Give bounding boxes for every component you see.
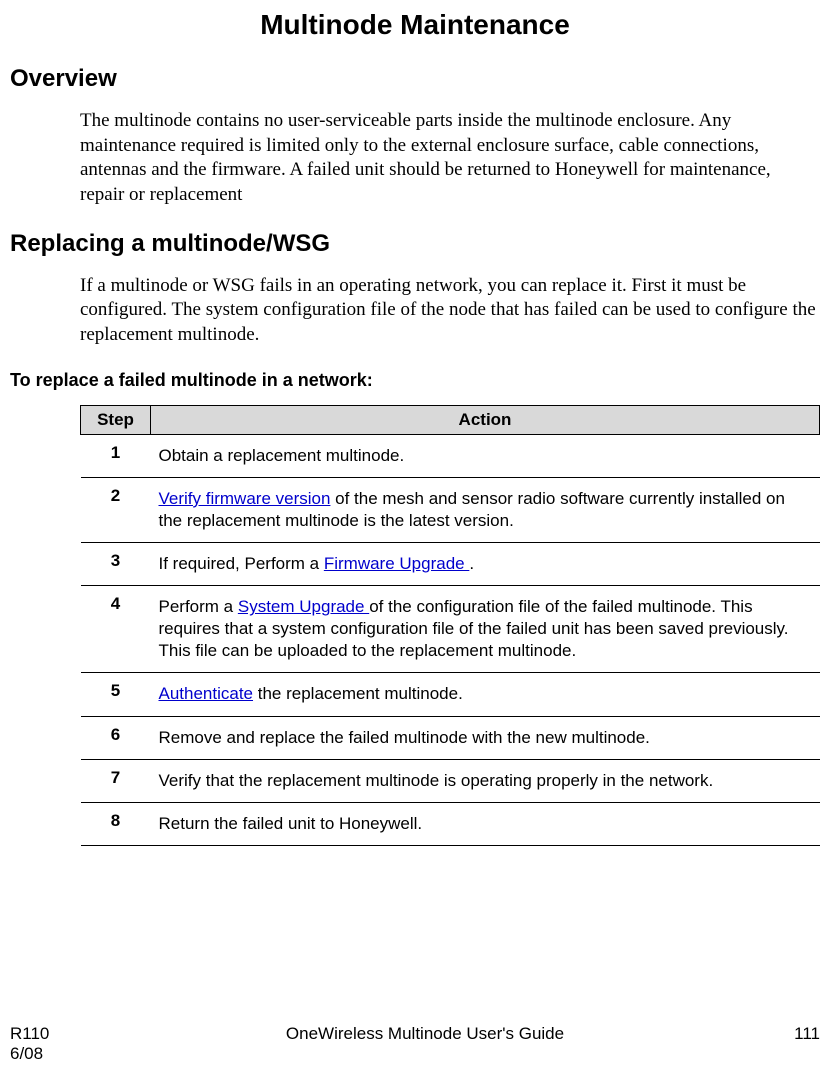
action-text: Verify that the replacement multinode is…	[159, 771, 714, 790]
step-number: 2	[81, 477, 151, 542]
column-header-step: Step	[81, 405, 151, 434]
action-link[interactable]: Authenticate	[159, 684, 254, 703]
page-footer: R110 OneWireless Multinode User's Guide …	[10, 1024, 820, 1064]
footer-revision: R110	[10, 1024, 90, 1044]
step-action: Obtain a replacement multinode.	[151, 434, 820, 477]
table-row: 8 Return the failed unit to Honeywell.	[81, 802, 820, 845]
action-text: Perform a	[159, 597, 238, 616]
action-link[interactable]: Verify firmware version	[159, 489, 331, 508]
footer-date: 6/08	[10, 1044, 90, 1064]
page-title: Multinode Maintenance	[10, 9, 820, 41]
step-action: Remove and replace the failed multinode …	[151, 716, 820, 759]
step-action: Authenticate the replacement multinode.	[151, 673, 820, 716]
column-header-action: Action	[151, 405, 820, 434]
action-link[interactable]: System Upgrade	[238, 597, 369, 616]
action-text: .	[469, 554, 474, 573]
step-number: 7	[81, 759, 151, 802]
table-row: 1 Obtain a replacement multinode.	[81, 434, 820, 477]
procedure-subhead: To replace a failed multinode in a netwo…	[10, 370, 820, 391]
footer-document-title: OneWireless Multinode User's Guide	[90, 1024, 760, 1044]
step-action: Verify that the replacement multinode is…	[151, 759, 820, 802]
table-row: 4Perform a System Upgrade of the configu…	[81, 586, 820, 673]
action-text: Remove and replace the failed multinode …	[159, 728, 650, 747]
overview-paragraph: The multinode contains no user-serviceab…	[80, 109, 818, 208]
action-text: Obtain a replacement multinode.	[159, 446, 405, 465]
step-number: 8	[81, 802, 151, 845]
table-row: 6 Remove and replace the failed multinode…	[81, 716, 820, 759]
action-link[interactable]: Firmware Upgrade	[324, 554, 470, 573]
replacing-heading: Replacing a multinode/WSG	[10, 230, 820, 258]
step-number: 1	[81, 434, 151, 477]
step-number: 3	[81, 543, 151, 586]
table-row: 5Authenticate the replacement multinode.	[81, 673, 820, 716]
action-text: the replacement multinode.	[253, 684, 463, 703]
table-row: 2Verify firmware version of the mesh and…	[81, 477, 820, 542]
step-action: Verify firmware version of the mesh and …	[151, 477, 820, 542]
step-action: Perform a System Upgrade of the configur…	[151, 586, 820, 673]
action-text: If required, Perform a	[159, 554, 324, 573]
overview-heading: Overview	[10, 65, 820, 93]
step-number: 5	[81, 673, 151, 716]
step-action: Return the failed unit to Honeywell.	[151, 802, 820, 845]
footer-page-number: 111	[760, 1024, 820, 1044]
action-text: Return the failed unit to Honeywell.	[159, 814, 423, 833]
procedure-table: Step Action 1 Obtain a replacement multin…	[80, 405, 820, 846]
replacing-paragraph: If a multinode or WSG fails in an operat…	[80, 274, 818, 348]
step-action: If required, Perform a Firmware Upgrade …	[151, 543, 820, 586]
table-row: 3If required, Perform a Firmware Upgrade…	[81, 543, 820, 586]
step-number: 4	[81, 586, 151, 673]
step-number: 6	[81, 716, 151, 759]
table-row: 7 Verify that the replacement multinode i…	[81, 759, 820, 802]
